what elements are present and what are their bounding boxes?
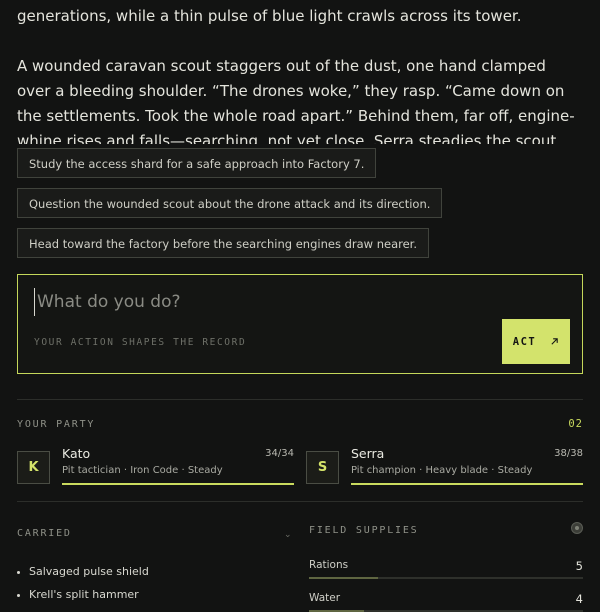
supply-value: 4 bbox=[575, 592, 583, 606]
list-item: Salvaged pulse shield bbox=[17, 565, 149, 578]
health-bar-fill bbox=[351, 483, 583, 485]
party-member-card[interactable]: S Serra 38/38 Pit champion · Heavy blade… bbox=[306, 446, 583, 490]
field-supplies-label: FIELD SUPPLIES bbox=[309, 525, 419, 536]
action-input[interactable] bbox=[34, 288, 479, 316]
member-description: Pit champion · Heavy blade · Steady bbox=[351, 465, 533, 476]
action-hint: YOUR ACTION SHAPES THE RECORD bbox=[34, 337, 247, 348]
divider bbox=[17, 501, 583, 502]
avatar: K bbox=[17, 451, 50, 484]
member-health-bar bbox=[351, 483, 583, 485]
supply-name: Water bbox=[309, 592, 341, 604]
party-count: 02 bbox=[568, 418, 583, 430]
member-hp: 38/38 bbox=[554, 448, 583, 459]
carried-label: CARRIED bbox=[17, 528, 72, 539]
supply-value: 5 bbox=[575, 559, 583, 573]
story-log: generations, while a thin pulse of blue … bbox=[17, 0, 587, 144]
act-button[interactable]: ACT bbox=[502, 319, 570, 364]
choice-button-question-scout[interactable]: Question the wounded scout about the dro… bbox=[17, 188, 443, 218]
action-input-panel: YOUR ACTION SHAPES THE RECORD ACT bbox=[17, 274, 583, 374]
choice-button-study-shard[interactable]: Study the access shard for a safe approa… bbox=[17, 148, 377, 178]
divider bbox=[17, 399, 583, 400]
choice-button-head-to-factory[interactable]: Head toward the factory before the searc… bbox=[17, 228, 430, 258]
member-health-bar bbox=[62, 483, 294, 485]
party-member-card[interactable]: K Kato 34/34 Pit tactician · Iron Code ·… bbox=[17, 446, 294, 490]
act-button-label: ACT bbox=[512, 335, 537, 348]
story-paragraph: generations, while a thin pulse of blue … bbox=[17, 7, 522, 25]
supplies-status-icon[interactable] bbox=[571, 522, 583, 534]
supply-bar bbox=[309, 577, 583, 579]
collapse-icon[interactable]: ⌄ bbox=[284, 530, 292, 540]
list-item: Krell's split hammer bbox=[17, 588, 139, 601]
member-hp: 34/34 bbox=[265, 448, 294, 459]
supply-name: Rations bbox=[309, 559, 349, 571]
member-description: Pit tactician · Iron Code · Steady bbox=[62, 465, 223, 476]
arrow-up-right-icon bbox=[551, 338, 558, 345]
health-bar-fill bbox=[62, 483, 294, 485]
avatar: S bbox=[306, 451, 339, 484]
member-name: Kato bbox=[62, 446, 91, 461]
carried-item-label: Krell's split hammer bbox=[29, 588, 139, 601]
supply-bar-fill bbox=[309, 577, 378, 579]
carried-item-label: Salvaged pulse shield bbox=[29, 565, 149, 578]
bullet-icon bbox=[17, 570, 20, 574]
bullet-icon bbox=[17, 593, 20, 597]
story-paragraph: A wounded caravan scout staggers out of … bbox=[17, 57, 575, 144]
member-name: Serra bbox=[351, 446, 385, 461]
party-label: YOUR PARTY bbox=[17, 419, 96, 430]
